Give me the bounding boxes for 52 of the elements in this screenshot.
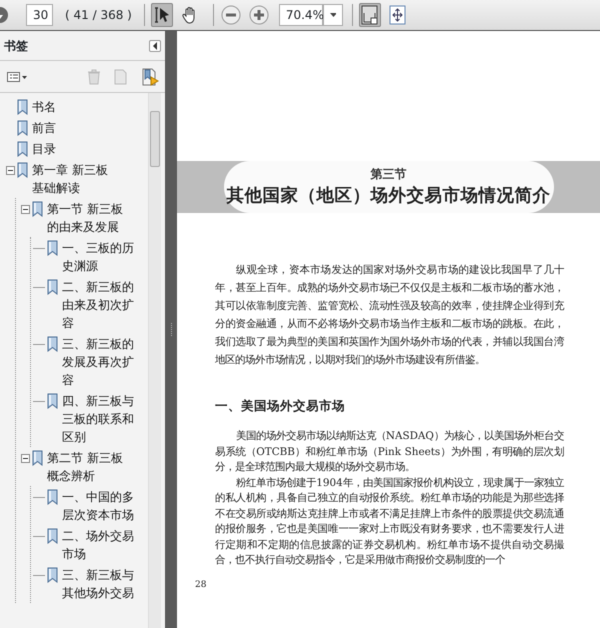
single-page-view-button[interactable]: [358, 3, 381, 27]
page-count: ( 41 / 368 ): [65, 7, 132, 24]
bookmark-icon: [47, 279, 58, 295]
zoom-in-button[interactable]: [248, 3, 270, 27]
bookmark-item[interactable]: 二、场外交易市场: [62, 527, 142, 563]
scrollbar[interactable]: [148, 93, 161, 628]
triangle-icon: [152, 42, 158, 50]
bookmark-item[interactable]: 前言: [32, 119, 112, 137]
expander-icon[interactable]: [21, 205, 30, 214]
body-paragraph: 美国的场外交易市场以纳斯达克（NASDAQ）为核心，以美国场外柜台交易系统（OTCBB）和粉红单市场（Pink Sheets）为外围，有明确的层次划分，是全球范围内最大规模的场外交易市场。: [215, 429, 564, 475]
bookmark-item[interactable]: 四、新三板与三板的联系和区别: [62, 392, 142, 446]
grip-icon: [170, 322, 172, 336]
bookmark-icon: [17, 99, 28, 115]
bookmark-item[interactable]: 第一章 新三板基础解读: [32, 161, 112, 197]
bookmark-icon: [17, 120, 28, 136]
bookmark-icon: [47, 393, 58, 409]
section-number: 第三节: [370, 166, 408, 183]
bookmark-icon: [47, 336, 58, 352]
bookmark-icon: [47, 240, 58, 256]
panel-title: 书签: [4, 38, 28, 54]
page-number: 28: [195, 578, 208, 590]
bookmark-item[interactable]: 第一节 新三板的由来及发展: [47, 200, 127, 236]
body-paragraph: 纵观全球，资本市场发达的国家对场外交易市场的建设比我国早了几十年，甚至上百年。成熟的场外交易市场已不仅仅是主板和二板市场的蓄水池，其可以依靠制度完善、监管宽松、流动性强及较高的效率，使挂牌企业得到充分的资金融通，从而不必将场外交易市场当作主板和二板市场的跳板。在此，我们选取了最为典型的美国和英国作为国外场外市场的代表，并辅以我国台湾地区的场外市场情况，以期对我们的场外市场建设有所借鉴。: [215, 263, 564, 368]
bookmark-item[interactable]: 书名: [32, 98, 112, 116]
bookmark-icon: [47, 489, 58, 505]
bookmark-icon: [47, 567, 58, 583]
down-arrow-icon[interactable]: [0, 6, 10, 24]
zoom-field[interactable]: 70.4%: [278, 4, 323, 26]
body-paragraph: 粉红单市场创建于1904年，由美国国家报价机构设立，现隶属于一家独立的私人机构，具备自己独立的自动报价系统。粉红单市场的功能是为那些选择不在交易所或纳斯达克挂牌上市或者不满足挂牌上市条件的股票提供交易流通的报价服务，它也是美国唯一一家对上市既没有财务要求，也不需要发行人进行定期和不定期的信息披露的证券交易机构。粉红单市场不提供自动交易撮合，也不执行自动交易指令，它是采用做市商报价交易制度的一个: [215, 476, 564, 568]
bookmark-item[interactable]: 一、三板的历史渊源: [62, 239, 142, 275]
page-number-field[interactable]: 30: [26, 4, 53, 26]
bookmark-item[interactable]: 三、新三板与其他场外交易: [62, 566, 142, 602]
bookmark-icon: [17, 162, 28, 178]
expander-icon[interactable]: [21, 454, 30, 463]
expander-icon[interactable]: [6, 166, 15, 175]
select-tool-button[interactable]: [150, 3, 173, 27]
zoom-out-button[interactable]: [220, 3, 242, 27]
bookmark-item[interactable]: 二、新三板的由来及初次扩容: [62, 278, 142, 332]
bookmark-item[interactable]: 第二节 新三板概念辨析: [47, 449, 127, 485]
bookmark-icon: [32, 450, 43, 466]
section-heading: 一、美国场外交易市场: [215, 397, 346, 415]
bookmark-item[interactable]: 一、中国的多层次资本市场: [62, 488, 142, 524]
bookmark-item[interactable]: 目录: [32, 140, 112, 158]
bookmark-icon: [17, 141, 28, 157]
caret-icon: [330, 13, 336, 17]
collapse-panel-button[interactable]: [149, 40, 161, 52]
section-title: 其他国家（地区）场外交易市场情况简介: [226, 184, 552, 208]
bookmark-icon: [47, 528, 58, 544]
bookmark-icon: [32, 201, 43, 217]
dropdown-button[interactable]: [322, 4, 343, 26]
bookmark-item[interactable]: 三、新三板的发展及再次扩容: [62, 335, 142, 389]
new-bookmark-icon[interactable]: [141, 68, 159, 86]
